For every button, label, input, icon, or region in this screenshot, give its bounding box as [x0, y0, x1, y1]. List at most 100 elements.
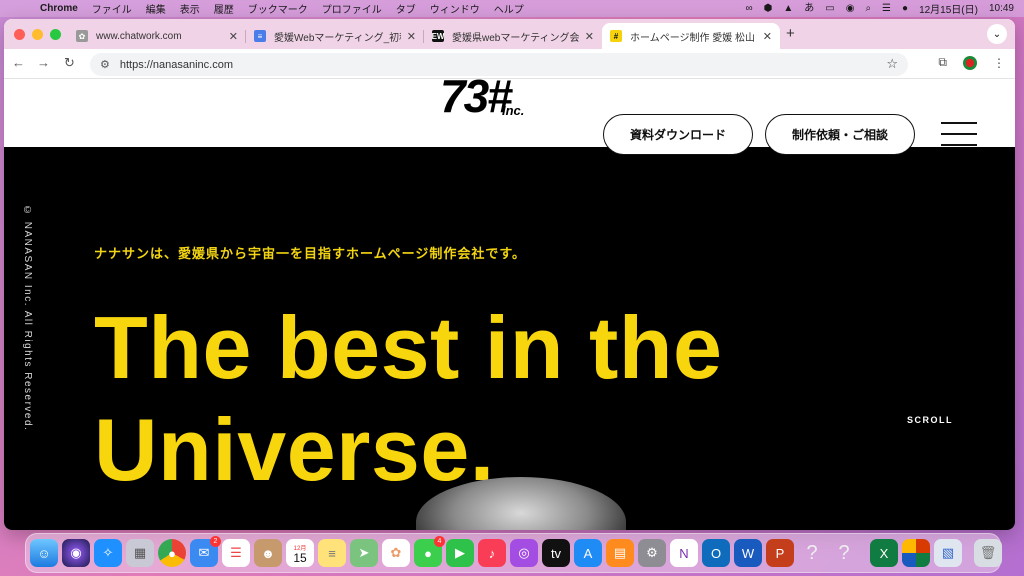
- tab-title: www.chatwork.com: [96, 30, 182, 42]
- siri-icon[interactable]: ●: [902, 0, 908, 17]
- powerpoint-icon[interactable]: P: [766, 539, 794, 567]
- app-store-icon[interactable]: A: [574, 539, 602, 567]
- back-icon[interactable]: ←: [12, 55, 25, 70]
- unknown-app-icon[interactable]: ?: [798, 539, 826, 567]
- menu-profiles[interactable]: プロファイル: [322, 1, 382, 16]
- books-icon[interactable]: ▤: [606, 539, 634, 567]
- mail-badge: 2: [210, 536, 221, 547]
- browser-toolbar: ← → ↻ ⚙ https://nanasaninc.com ☆ ⧉ ⋮: [4, 49, 1015, 79]
- hamburger-menu-icon[interactable]: [941, 122, 977, 146]
- hero-section: © NANASAN Inc. All Rights Reserved. ナナサン…: [4, 147, 1015, 530]
- hero-tagline: ナナサンは、愛媛県から宇宙一を目指すホームページ制作会社です。: [94, 246, 527, 261]
- messages-icon[interactable]: ● 4: [414, 536, 445, 567]
- chrome-icon[interactable]: ●: [158, 539, 186, 567]
- address-bar[interactable]: ⚙ https://nanasaninc.com ☆: [90, 53, 908, 76]
- docs-icon: ≡: [254, 30, 266, 42]
- finder-icon[interactable]: ☺: [30, 539, 58, 567]
- contact-button[interactable]: 制作依頼・ご相談: [765, 114, 915, 155]
- ew-favicon: EW: [431, 30, 445, 42]
- music-icon[interactable]: ♪: [478, 539, 506, 567]
- safari-icon[interactable]: ✧: [94, 539, 122, 567]
- nanasan-favicon: #: [610, 30, 622, 42]
- tab-search-button[interactable]: ⌄: [987, 24, 1007, 44]
- control-center-icon[interactable]: ☰: [882, 0, 891, 17]
- reload-icon[interactable]: ↻: [64, 55, 75, 71]
- tab-docs[interactable]: ≡ 愛媛Webマーケティング_初稿 ◇ ✕: [246, 23, 424, 49]
- battery-icon[interactable]: ▭: [825, 0, 834, 17]
- unknown-app-icon[interactable]: ?: [830, 539, 858, 567]
- menu-app-name[interactable]: Chrome: [40, 3, 78, 14]
- maximize-window-button[interactable]: [50, 29, 61, 40]
- close-tab-icon[interactable]: ✕: [407, 30, 416, 43]
- reminders-icon[interactable]: ☰: [222, 539, 250, 567]
- close-tab-icon[interactable]: ✕: [229, 30, 238, 43]
- copyright-text: © NANASAN Inc. All Rights Reserved.: [22, 205, 33, 432]
- messages-badge: 4: [434, 536, 445, 547]
- calendar-icon[interactable]: 12月 15: [286, 539, 314, 567]
- preview-icon[interactable]: ▧: [934, 539, 962, 567]
- podcasts-icon[interactable]: ◎: [510, 539, 538, 567]
- input-mode-icon[interactable]: あ: [804, 0, 814, 17]
- site-logo[interactable]: 73#: [440, 79, 513, 123]
- tab-nanasan[interactable]: # ホームページ制作 愛媛 松山｜We ✕: [602, 23, 780, 49]
- search-icon[interactable]: ⌕: [865, 0, 871, 17]
- creative-cloud-icon[interactable]: ∞: [745, 0, 752, 17]
- mail-icon[interactable]: ✉ 2: [190, 536, 221, 567]
- onenote-icon[interactable]: N: [670, 539, 698, 567]
- word-icon[interactable]: W: [734, 539, 762, 567]
- close-window-button[interactable]: [14, 29, 25, 40]
- clock-time[interactable]: 10:49: [989, 3, 1014, 14]
- tab-strip: ✿ www.chatwork.com ✕ ≡ 愛媛Webマーケティング_初稿 ◇…: [4, 19, 1015, 49]
- drive-icon[interactable]: ▲: [783, 0, 793, 17]
- siri-icon[interactable]: ◉: [62, 539, 90, 567]
- profile-avatar[interactable]: [963, 55, 977, 70]
- bookmark-star-icon[interactable]: ☆: [886, 56, 898, 72]
- maps-icon[interactable]: ➤: [350, 539, 378, 567]
- tab-title: ホームページ制作 愛媛 松山｜We: [630, 32, 757, 44]
- menu-edit[interactable]: 編集: [146, 1, 166, 16]
- extensions-icon[interactable]: ⧉: [938, 55, 947, 70]
- menu-tab[interactable]: タブ: [396, 1, 416, 16]
- launchpad-icon[interactable]: ▦: [126, 539, 154, 567]
- vpn-shield-icon[interactable]: ⬢: [764, 0, 773, 17]
- site-info-icon[interactable]: ⚙: [100, 58, 110, 71]
- forward-icon[interactable]: →: [37, 55, 50, 70]
- clock-date[interactable]: 12月15日(日): [919, 1, 978, 16]
- close-tab-icon[interactable]: ✕: [763, 30, 772, 43]
- outlook-icon[interactable]: O: [702, 539, 730, 567]
- scroll-indicator[interactable]: SCROLL: [907, 415, 953, 425]
- tab-ew[interactable]: EW 愛媛県webマーケティング会社お ✕: [424, 23, 602, 49]
- tab-chatwork[interactable]: ✿ www.chatwork.com ✕: [68, 23, 246, 49]
- user-icon[interactable]: ◉: [846, 0, 855, 17]
- contacts-icon[interactable]: ☻: [254, 539, 282, 567]
- tab-title: 愛媛県webマーケティング会社お: [452, 32, 579, 44]
- menu-help[interactable]: ヘルプ: [494, 1, 524, 16]
- close-tab-icon[interactable]: ✕: [585, 30, 594, 43]
- calendar-day: 15: [293, 550, 307, 565]
- url-text[interactable]: https://nanasaninc.com: [120, 59, 233, 71]
- minimize-window-button[interactable]: [32, 29, 43, 40]
- headline-line-1: The best in the: [94, 298, 723, 397]
- notes-icon[interactable]: ≡: [318, 539, 346, 567]
- trash-icon[interactable]: 🗑: [974, 539, 1002, 567]
- hero-headline: The best in the Universe.: [94, 297, 722, 501]
- menu-window[interactable]: ウィンドウ: [430, 1, 480, 16]
- office-icon[interactable]: [902, 539, 930, 567]
- facetime-icon[interactable]: ▶: [446, 539, 474, 567]
- excel-icon[interactable]: X: [870, 539, 898, 567]
- photos-icon[interactable]: ✿: [382, 539, 410, 567]
- download-materials-button[interactable]: 資料ダウンロード: [603, 114, 753, 155]
- new-tab-button[interactable]: +: [786, 25, 795, 42]
- system-settings-icon[interactable]: ⚙: [638, 539, 666, 567]
- window-controls: [14, 29, 61, 40]
- headline-line-2: Universe.: [94, 400, 495, 499]
- menu-file[interactable]: ファイル: [92, 1, 132, 16]
- more-menu-icon[interactable]: ⋮: [993, 56, 1005, 70]
- tv-icon[interactable]: tv: [542, 539, 570, 567]
- chatwork-icon: ✿: [76, 30, 88, 42]
- menu-view[interactable]: 表示: [180, 1, 200, 16]
- menu-history[interactable]: 履歴: [214, 1, 234, 16]
- menu-bookmarks[interactable]: ブックマーク: [248, 1, 308, 16]
- dock: ☺ ◉ ✧ ▦ ● ✉ 2 ☰ ☻ 12月 15 ≡ ➤ ✿ ● 4 ▶ ♪ ◎ t…: [25, 533, 1002, 573]
- tab-title: 愛媛Webマーケティング_初稿 ◇: [274, 32, 401, 44]
